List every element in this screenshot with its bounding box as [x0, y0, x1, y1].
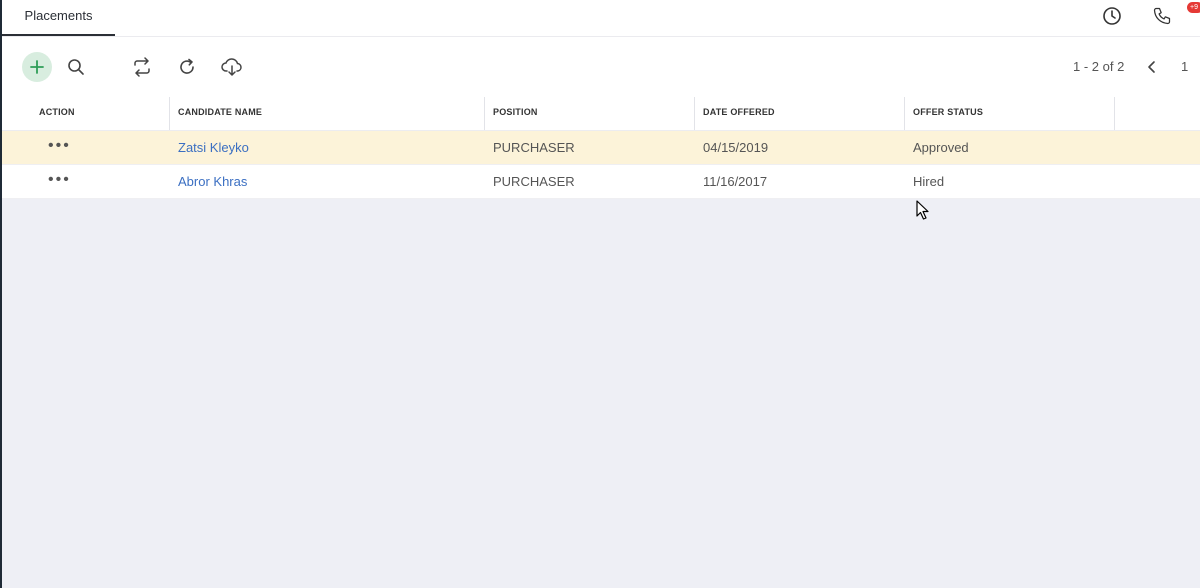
notification-badge: +9: [1187, 2, 1200, 13]
tab-placements[interactable]: Placements: [2, 0, 115, 36]
history-clock-icon[interactable]: [1100, 4, 1124, 28]
table-row[interactable]: ••• Abror Khras PURCHASER 11/16/2017 Hir…: [2, 165, 1200, 199]
refresh-icon: [180, 58, 194, 74]
candidate-name-link[interactable]: Abror Khras: [170, 165, 247, 198]
table-row[interactable]: ••• Zatsi Kleyko PURCHASER 04/15/2019 Ap…: [2, 131, 1200, 165]
column-header-position[interactable]: POSITION: [485, 97, 695, 130]
download-button[interactable]: [217, 52, 247, 82]
top-bar: Placements +9: [2, 0, 1200, 37]
mouse-cursor-icon: [916, 200, 929, 220]
position-cell: PURCHASER: [493, 174, 575, 189]
placements-table: ACTION CANDIDATE NAME POSITION DATE OFFE…: [2, 97, 1200, 199]
column-header-offer-status[interactable]: OFFER STATUS: [905, 97, 1115, 130]
candidate-name-link[interactable]: Zatsi Kleyko: [170, 131, 249, 164]
row-actions-menu-icon[interactable]: •••: [48, 165, 71, 198]
pagination-range: 1 - 2 of 2: [1073, 59, 1125, 74]
cloud-download-icon: [221, 58, 242, 76]
column-header-action[interactable]: ACTION: [31, 97, 170, 130]
phone-icon[interactable]: [1150, 4, 1174, 28]
search-button[interactable]: [61, 52, 91, 82]
column-header-candidate-name[interactable]: CANDIDATE NAME: [170, 97, 485, 130]
search-icon: [68, 59, 84, 75]
position-cell: PURCHASER: [493, 140, 575, 155]
previous-page-button[interactable]: [1143, 57, 1161, 77]
column-header-date-offered[interactable]: DATE OFFERED: [695, 97, 905, 130]
row-actions-menu-icon[interactable]: •••: [48, 131, 71, 164]
refresh-button[interactable]: [172, 52, 202, 82]
swap-button[interactable]: [127, 52, 157, 82]
offer-status-cell: Hired: [913, 174, 945, 189]
date-offered-cell: 11/16/2017: [703, 174, 768, 189]
current-page-number[interactable]: 1: [1181, 59, 1188, 74]
toolbar: 1 - 2 of 2 1: [2, 37, 1200, 97]
add-button[interactable]: [22, 52, 52, 82]
table-header: ACTION CANDIDATE NAME POSITION DATE OFFE…: [2, 97, 1200, 131]
plus-icon: [30, 60, 44, 74]
date-offered-cell: 04/15/2019: [703, 140, 769, 155]
chevron-left-icon: [1148, 61, 1155, 73]
swap-arrows-icon: [134, 57, 150, 77]
offer-status-cell: Approved: [913, 140, 969, 155]
